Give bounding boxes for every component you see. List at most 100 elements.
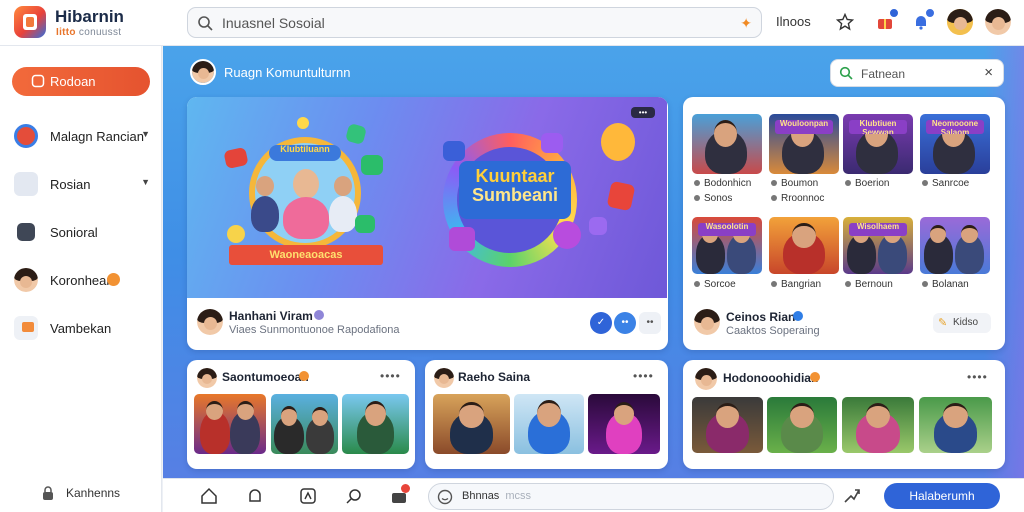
filter-search[interactable]: Fatnean ×	[830, 59, 1004, 87]
post-author-avatar[interactable]	[434, 368, 454, 388]
post-author-avatar[interactable]	[695, 368, 717, 390]
sidebar-item-3[interactable]: Sonioral	[12, 219, 152, 247]
primary-action-button[interactable]: Halaberumh	[884, 483, 1000, 509]
photo-thumbnail[interactable]: Neomooone Salaom	[920, 114, 990, 174]
emoji-sticker	[355, 215, 375, 233]
photo-thumbnail[interactable]	[514, 394, 584, 454]
photo-thumbnail[interactable]	[194, 394, 266, 454]
caption-bullet	[694, 281, 700, 287]
more-options-button[interactable]: •••	[631, 107, 655, 118]
close-icon[interactable]: ×	[984, 64, 993, 81]
post-card-2[interactable]: Raeho Saina ••••	[425, 360, 668, 469]
sidebar-item-label: Koronhean	[50, 273, 114, 288]
emoji-icon	[437, 489, 453, 505]
post-meta: Viaes Sunmontuonoe Rapodafiona	[229, 324, 400, 336]
notification-icon[interactable]	[246, 487, 264, 505]
balloon-sticker	[601, 123, 635, 161]
app-logo[interactable]	[14, 6, 46, 38]
photo-thumbnail[interactable]	[433, 394, 510, 454]
brand-tagline-rest: conuusst	[78, 27, 122, 38]
post-author-name[interactable]: Hodonooohidian	[723, 371, 818, 385]
avatar	[14, 268, 38, 292]
sidebar-item-2[interactable]: Rosian ▼	[12, 171, 152, 199]
sparkle-icon[interactable]: ✦	[740, 15, 752, 32]
photo-banner-text: Wisolhaem	[848, 222, 908, 237]
photo-thumbnail[interactable]	[920, 217, 990, 274]
photo-thumbnail[interactable]	[767, 397, 837, 453]
photo-thumbnail[interactable]: Wasoolotin	[692, 217, 762, 274]
notification-badge	[889, 8, 899, 18]
folder-icon	[14, 316, 38, 340]
sidebar-item-4[interactable]: Koronhean	[12, 267, 152, 295]
post-author-name[interactable]: Ceinos Rian	[726, 310, 795, 324]
thumbnail-caption-text: Sanrcoe	[932, 178, 970, 189]
global-search-bar[interactable]: ✦	[187, 7, 762, 38]
thumbnail-caption-text: Bolanan	[932, 279, 969, 290]
more-options-button[interactable]: ••	[639, 312, 661, 334]
pencil-icon: ✎	[938, 317, 948, 329]
bell-icon[interactable]	[908, 8, 935, 35]
chat-bubble-sticker	[443, 141, 465, 161]
sidebar-primary-button[interactable]: Rodoan	[12, 67, 150, 96]
status-badge	[810, 372, 820, 382]
sidebar-item-5[interactable]: Vambekan	[12, 315, 152, 343]
photo-thumbnail[interactable]: Klubtiuen Sewwan	[843, 114, 913, 174]
document-icon	[14, 172, 38, 196]
post-author-avatar[interactable]	[197, 368, 217, 388]
photo-thumbnail[interactable]	[692, 114, 762, 174]
like-button[interactable]: ✓	[590, 312, 612, 334]
gift-icon[interactable]	[390, 484, 410, 505]
photo-thumbnail[interactable]	[842, 397, 914, 453]
star-icon[interactable]	[832, 9, 858, 35]
hero-banner-image[interactable]: ••• Klubtiluann Waoneaoacas Kuuntaar Sum…	[187, 97, 667, 298]
search-icon[interactable]	[345, 487, 363, 505]
post-card-3[interactable]: Hodonooohidian ••••	[683, 360, 1005, 469]
gallery-post-card[interactable]: Bodonhicn Sonos Wasoolotin Sorcoe Wouloonpan…	[683, 97, 1005, 350]
post-meta: Caaktos Soperaing	[726, 325, 820, 337]
post-author-name[interactable]: Hanhani Viram	[229, 309, 313, 323]
reaction-button[interactable]: ✎ Kidso	[933, 313, 991, 333]
image-icon[interactable]	[299, 487, 317, 505]
emoji-sticker	[589, 217, 607, 235]
person-face	[280, 406, 298, 426]
search-input[interactable]	[222, 13, 702, 33]
photo-thumbnail[interactable]	[769, 217, 839, 274]
hero-sign-line1: Kuuntaar	[475, 166, 555, 186]
share-button[interactable]: ••	[614, 312, 636, 334]
photo-thumbnail[interactable]	[919, 397, 992, 453]
page-title: Ruagn Komuntulturnn	[224, 65, 351, 80]
profile-avatar[interactable]	[985, 9, 1011, 35]
hero-post-card[interactable]: ••• Klubtiluann Waoneaoacas Kuuntaar Sum…	[187, 97, 668, 350]
more-options-button[interactable]: ••••	[967, 370, 988, 384]
bottom-toolbar: Bhnnas mcss Halaberumh	[163, 478, 1024, 512]
post-author-name[interactable]: Saontumoeoan	[222, 370, 309, 384]
search-icon	[198, 16, 213, 31]
post-author-name[interactable]: Raeho Saina	[458, 370, 530, 384]
photo-thumbnail[interactable]: Wisolhaem	[843, 217, 913, 274]
photo-thumbnail[interactable]	[588, 394, 660, 454]
gift-icon[interactable]	[872, 8, 899, 35]
star-sticker	[297, 117, 309, 129]
more-options-button[interactable]: ••••	[633, 369, 654, 383]
photo-thumbnail[interactable]	[271, 394, 338, 454]
compose-label: Bhnnas mcss	[462, 490, 531, 502]
thumbnail-caption: Bangrian	[771, 279, 821, 290]
compose-bar[interactable]: Bhnnas mcss	[428, 483, 834, 510]
person-face	[943, 402, 968, 428]
more-options-button[interactable]: ••••	[380, 369, 401, 383]
community-avatar[interactable]	[190, 59, 216, 85]
user-avatar[interactable]	[947, 9, 973, 35]
status-badge	[299, 371, 309, 381]
post-author-avatar[interactable]	[694, 309, 720, 335]
post-card-1[interactable]: Saontumoeoan ••••	[187, 360, 415, 469]
hero-sign-line2: Sumbeani	[471, 184, 559, 205]
sidebar-item-1[interactable]: Malagn Rancian ▼	[12, 123, 152, 151]
photo-thumbnail[interactable]: Wouloonpan	[769, 114, 839, 174]
top-nav-link[interactable]: Ilnoos	[776, 14, 811, 29]
post-author-avatar[interactable]	[197, 309, 223, 335]
home-icon[interactable]	[200, 487, 218, 505]
hero-person	[247, 172, 283, 232]
photo-thumbnail[interactable]	[692, 397, 763, 453]
photo-thumbnail[interactable]	[342, 394, 409, 454]
send-icon[interactable]	[843, 487, 861, 505]
